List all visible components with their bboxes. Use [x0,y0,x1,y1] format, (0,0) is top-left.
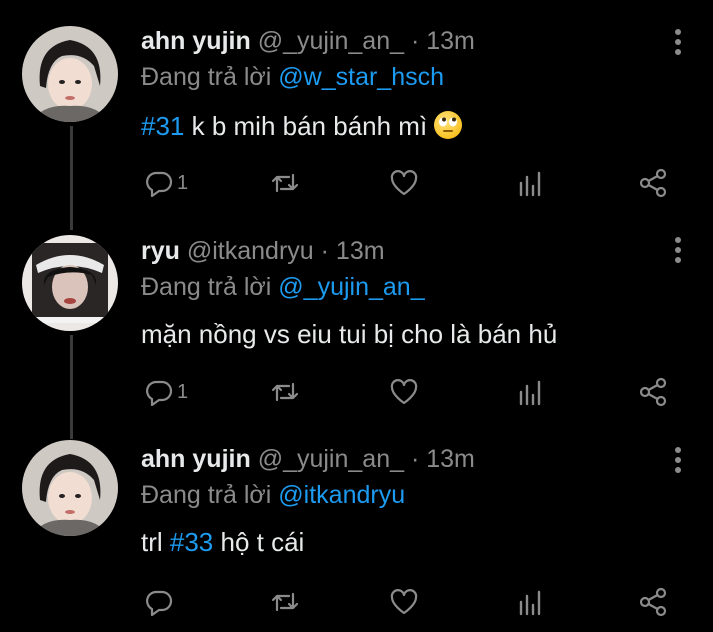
like-icon [390,589,418,615]
retweet-icon [271,592,299,612]
share-icon [639,168,667,198]
retweet-icon [271,173,299,193]
user-handle[interactable]: @_yujin_an_ [258,445,404,473]
tweet-header: ryu @itkandryu · 13m [141,236,385,266]
replying-to: Đang trả lời @_yujin_an_ [141,272,425,302]
analytics-icon [519,590,541,616]
tweet[interactable]: ahn yujin @_yujin_an_ · 13m Đang trả lời… [0,0,713,230]
user-handle[interactable]: @_yujin_an_ [258,27,404,55]
more-icon[interactable] [668,28,688,56]
replying-to-handle[interactable]: @w_star_hsch [278,63,444,91]
retweet-button[interactable] [270,163,300,203]
tweet-actions [0,582,713,622]
tweet[interactable]: ryu @itkandryu · 13m Đang trả lời @_yuji… [0,230,713,440]
hashtag[interactable]: #31 [141,111,184,141]
analytics-button[interactable] [518,582,544,622]
share-button[interactable] [638,163,668,203]
replying-to-handle[interactable]: @itkandryu [278,481,405,509]
avatar[interactable] [22,235,118,331]
display-name[interactable]: ahn yujin [141,445,251,473]
timestamp[interactable]: 13m [336,237,385,265]
user-handle[interactable]: @itkandryu [187,237,314,265]
reply-count: 1 [177,171,189,194]
tweet[interactable]: ahn yujin @_yujin_an_ · 13m Đang trả lời… [0,440,713,632]
reply-button[interactable] [145,582,177,622]
tweet-text-content: trl [141,527,170,557]
analytics-icon [519,380,541,406]
retweet-button[interactable] [270,582,300,622]
face-with-rolling-eyes-icon [434,111,463,139]
separator-dot: · [320,237,329,265]
tweet-text: trl #33 hộ t cái [141,526,304,558]
display-name[interactable]: ahn yujin [141,27,251,55]
separator-dot: · [410,445,420,473]
timestamp[interactable]: 13m [426,27,475,55]
like-button[interactable] [389,372,419,412]
tweet-header: ahn yujin @_yujin_an_ · 13m [141,26,475,56]
like-icon [390,170,418,196]
tweet-text: #31 k b mih bán bánh mì [141,110,463,142]
replying-prefix: Đang trả lời [141,481,272,509]
reply-button[interactable]: 1 [145,372,188,412]
share-icon [639,587,667,617]
tweet-text: mặn nồng vs eiu tui bị cho là bán hủ [141,319,558,349]
like-icon [390,379,418,405]
analytics-icon [519,171,541,197]
replying-to: Đang trả lời @itkandryu [141,480,405,510]
analytics-button[interactable] [518,372,544,412]
reply-icon [146,380,173,406]
more-icon[interactable] [668,446,688,474]
share-button[interactable] [638,582,668,622]
display-name[interactable]: ryu [141,237,180,265]
tweet-header: ahn yujin @_yujin_an_ · 13m [141,444,475,474]
avatar[interactable] [22,440,118,536]
reply-button[interactable]: 1 [145,163,188,203]
tweet-text-content: k b mih bán bánh mì [184,111,435,141]
retweet-icon [271,382,299,402]
like-button[interactable] [389,163,419,203]
analytics-button[interactable] [518,163,544,203]
timestamp[interactable]: 13m [426,445,475,473]
share-button[interactable] [638,372,668,412]
reply-icon [146,171,173,197]
separator-dot: · [410,27,420,55]
replying-to: Đang trả lời @w_star_hsch [141,62,444,92]
hashtag[interactable]: #33 [170,527,213,557]
avatar[interactable] [22,26,118,122]
share-icon [639,377,667,407]
reply-count: 1 [177,380,189,403]
tweet-text-content: hộ t cái [213,527,305,557]
like-button[interactable] [389,582,419,622]
reply-icon [146,590,173,616]
more-icon[interactable] [668,236,688,264]
replying-to-handle[interactable]: @_yujin_an_ [278,273,424,301]
retweet-button[interactable] [270,372,300,412]
replying-prefix: Đang trả lời [141,273,272,301]
tweet-actions: 1 [0,372,713,412]
tweet-actions: 1 [0,163,713,203]
replying-prefix: Đang trả lời [141,63,272,91]
